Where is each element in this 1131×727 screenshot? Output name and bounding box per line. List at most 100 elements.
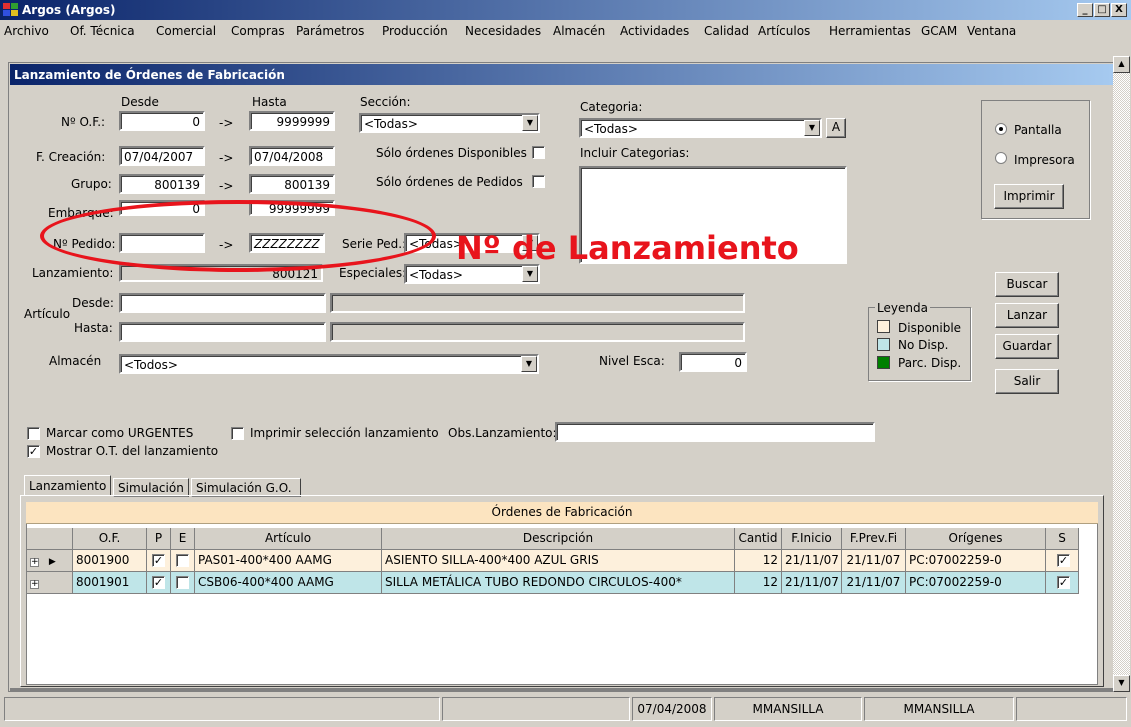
row-descripcion[interactable]: SILLA METÁLICA TUBO REDONDO CIRCULOS-400…	[382, 572, 735, 594]
row-expander[interactable]: +	[27, 572, 73, 594]
impresora-radio[interactable]	[995, 152, 1007, 164]
scroll-down-icon[interactable]: ▼	[1113, 675, 1130, 692]
imprimir-button[interactable]: Imprimir	[994, 184, 1064, 209]
chevron-down-icon[interactable]: ▼	[521, 356, 537, 372]
inner-horizontal-scrollbar[interactable]	[10, 688, 1113, 692]
menu-of-tecnica[interactable]: Of. Técnica	[70, 24, 135, 38]
menu-bar: Archivo Of. Técnica Comercial Compras Pa…	[0, 20, 1131, 42]
row-s-checkbox[interactable]: ✓	[1057, 554, 1070, 567]
tab-lanzamiento[interactable]: Lanzamiento	[24, 475, 111, 496]
grid-header-descripcion[interactable]: Descripción	[382, 528, 735, 550]
categoria-select[interactable]: <Todas> ▼	[579, 118, 822, 138]
row-descripcion[interactable]: ASIENTO SILLA-400*400 AZUL GRIS	[382, 550, 735, 572]
row-finicio[interactable]: 21/11/07	[782, 572, 842, 594]
menu-actividades[interactable]: Actividades	[620, 24, 689, 38]
grid-header-fprevfi[interactable]: F.Prev.Fi	[842, 528, 906, 550]
pantalla-radio[interactable]	[995, 123, 1007, 135]
grid-header-articulo[interactable]: Artículo	[195, 528, 382, 550]
row-e-checkbox[interactable]	[176, 576, 189, 589]
row-fprevfi[interactable]: 21/11/07	[842, 550, 906, 572]
grid-header-p[interactable]: P	[147, 528, 171, 550]
imprimir-seleccion-checkbox[interactable]	[231, 427, 244, 440]
especiales-select[interactable]: <Todas> ▼	[404, 264, 540, 284]
row-origenes[interactable]: PC:07002259-0	[906, 550, 1046, 572]
restore-button[interactable]: □	[1094, 3, 1110, 17]
chevron-down-icon[interactable]: ▼	[522, 266, 538, 282]
buscar-button[interactable]: Buscar	[995, 272, 1059, 297]
menu-herramientas[interactable]: Herramientas	[829, 24, 911, 38]
chevron-down-icon[interactable]: ▼	[804, 120, 820, 136]
row-expander[interactable]: + ▶	[27, 550, 73, 572]
menu-articulos[interactable]: Artículos	[758, 24, 810, 38]
row-p-checkbox[interactable]: ✓	[152, 576, 165, 589]
seccion-select[interactable]: <Todas> ▼	[359, 113, 540, 133]
menu-parametros[interactable]: Parámetros	[296, 24, 364, 38]
articulo-hasta-input[interactable]	[119, 322, 326, 342]
menu-produccion[interactable]: Producción	[382, 24, 448, 38]
menu-archivo[interactable]: Archivo	[4, 24, 49, 38]
row-e-checkbox[interactable]	[176, 554, 189, 567]
almacen-label: Almacén	[49, 354, 102, 368]
grupo-desde-input[interactable]: 800139	[119, 174, 205, 194]
close-button[interactable]: X	[1111, 3, 1127, 17]
articulo-desde-input[interactable]	[119, 293, 326, 313]
lanzar-button[interactable]: Lanzar	[995, 303, 1059, 328]
menu-calidad[interactable]: Calidad	[704, 24, 749, 38]
menu-necesidades[interactable]: Necesidades	[465, 24, 541, 38]
row-of[interactable]: 8001900	[73, 550, 147, 572]
almacen-select[interactable]: <Todos> ▼	[119, 354, 539, 374]
of-hasta-input[interactable]: 9999999	[249, 111, 335, 131]
row-s-checkbox[interactable]: ✓	[1057, 576, 1070, 589]
grupo-hasta-input[interactable]: 800139	[249, 174, 335, 194]
row-origenes[interactable]: PC:07002259-0	[906, 572, 1046, 594]
guardar-button[interactable]: Guardar	[995, 334, 1059, 359]
row-cantid[interactable]: 12	[735, 572, 782, 594]
chevron-down-icon[interactable]: ▼	[522, 115, 538, 131]
row-articulo[interactable]: PAS01-400*400 AAMG	[195, 550, 382, 572]
row-fprevfi[interactable]: 21/11/07	[842, 572, 906, 594]
urgentes-checkbox[interactable]	[27, 427, 40, 440]
creacion-desde-input[interactable]: 07/04/2007	[119, 146, 205, 166]
grid-header-e[interactable]: E	[171, 528, 195, 550]
menu-comercial[interactable]: Comercial	[156, 24, 216, 38]
row-of[interactable]: 8001901	[73, 572, 147, 594]
row-p-checkbox[interactable]: ✓	[152, 554, 165, 567]
creacion-hasta-input[interactable]: 07/04/2008	[249, 146, 335, 166]
col-hasta-label: Hasta	[252, 95, 287, 109]
grid-header-of[interactable]: O.F.	[73, 528, 147, 550]
solo-pedidos-checkbox[interactable]	[532, 175, 545, 188]
grid-header-finicio[interactable]: F.Inicio	[782, 528, 842, 550]
obs-lanzamiento-input[interactable]	[555, 422, 875, 442]
menu-almacen[interactable]: Almacén	[553, 24, 605, 38]
row-e-cell[interactable]	[171, 550, 195, 572]
solo-disponibles-checkbox[interactable]	[532, 146, 545, 159]
grid-header-cantid[interactable]: Cantid	[735, 528, 782, 550]
row-p-cell[interactable]: ✓	[147, 572, 171, 594]
scroll-up-icon[interactable]: ▲	[1113, 56, 1130, 73]
minimize-button[interactable]: _	[1077, 3, 1093, 17]
salir-button[interactable]: Salir	[995, 369, 1059, 394]
mostrar-ot-checkbox[interactable]: ✓	[27, 445, 40, 458]
col-desde-label: Desde	[121, 95, 159, 109]
row-s-cell[interactable]: ✓	[1046, 550, 1079, 572]
row-p-cell[interactable]: ✓	[147, 550, 171, 572]
menu-ventana[interactable]: Ventana	[967, 24, 1016, 38]
articulo-hasta-description	[330, 322, 745, 342]
menu-compras[interactable]: Compras	[231, 24, 285, 38]
grid-header-origenes[interactable]: Orígenes	[906, 528, 1046, 550]
grid-header-s[interactable]: S	[1046, 528, 1079, 550]
row-e-cell[interactable]	[171, 572, 195, 594]
menu-gcam[interactable]: GCAM	[921, 24, 957, 38]
expand-plus-icon[interactable]: +	[30, 558, 39, 567]
row-finicio[interactable]: 21/11/07	[782, 550, 842, 572]
grid-header-indicator	[27, 528, 73, 550]
nivel-esca-input[interactable]: 0	[679, 352, 747, 372]
categoria-a-button[interactable]: A	[826, 118, 846, 138]
legend-parc-disp: Parc. Disp.	[898, 356, 962, 370]
row-cantid[interactable]: 12	[735, 550, 782, 572]
vertical-scrollbar[interactable]: ▲ ▼	[1113, 56, 1130, 692]
of-desde-input[interactable]: 0	[119, 111, 205, 131]
row-s-cell[interactable]: ✓	[1046, 572, 1079, 594]
expand-plus-icon[interactable]: +	[30, 580, 39, 589]
row-articulo[interactable]: CSB06-400*400 AAMG	[195, 572, 382, 594]
